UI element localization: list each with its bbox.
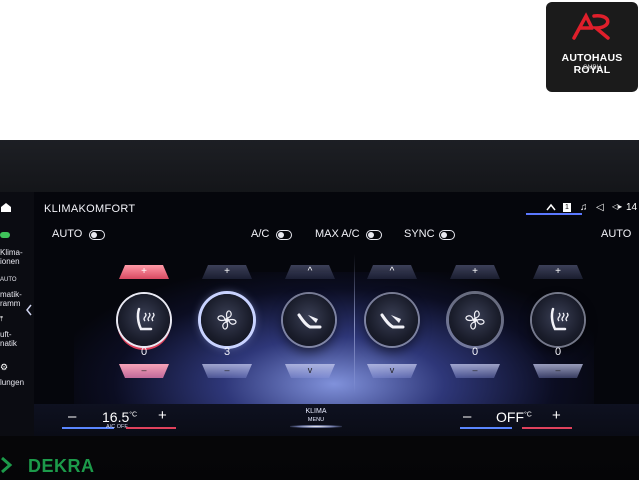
settings-gear-icon: ⚙	[0, 362, 9, 372]
chevron-up-icon[interactable]	[546, 203, 556, 211]
sidebar-item-settings[interactable]: lungen	[0, 378, 34, 387]
klima-menu-button[interactable]: KLIMA MENU	[290, 408, 342, 424]
max-ac-label: MAX A/C	[315, 228, 360, 240]
fan-right-dial[interactable]	[449, 294, 501, 346]
temp-right-value: OFF	[496, 409, 524, 425]
seat-ventilation-left-dial[interactable]	[283, 294, 335, 346]
sync-label: SYNC	[404, 228, 435, 240]
temp-right-cool-line	[460, 427, 512, 429]
ac-off-label: A/C OFF	[106, 424, 128, 430]
temp-left-display: 16.5°C	[102, 409, 137, 425]
dekra-label: DEKRA	[28, 456, 95, 476]
ar-logo-icon	[572, 12, 610, 40]
fan-right-down-button[interactable]: –	[450, 364, 500, 378]
temp-right-unit: °C	[524, 411, 532, 419]
seat-heating-left-up-button[interactable]: +	[119, 265, 169, 279]
fan-icon	[465, 310, 485, 330]
zone-divider	[354, 254, 355, 394]
signal-icon: ◁▸	[612, 202, 623, 211]
sidebar-item-climate[interactable]: Klima- ionen	[0, 248, 34, 266]
auto-left-label: AUTO	[52, 228, 83, 240]
seat-heating-right-level: 0	[554, 346, 562, 358]
seat-heat-icon	[550, 307, 569, 331]
klima-glow	[290, 425, 342, 428]
sidebar-item-auto[interactable]: AUTO	[0, 276, 34, 285]
volume-icon: ◁	[596, 202, 604, 213]
fan-left-dial[interactable]	[201, 294, 253, 346]
fan-right-up-button[interactable]: +	[450, 265, 500, 279]
seat-heating-left-down-button[interactable]: –	[119, 364, 169, 378]
auto-left-switch[interactable]	[89, 230, 105, 240]
logo-sub: GMBH	[583, 65, 601, 71]
fan-left-level: 3	[223, 346, 231, 358]
seat-heat-icon	[136, 307, 155, 331]
status-underline	[526, 213, 582, 215]
ac-label: A/C	[251, 228, 270, 240]
seat-ventilation-right-dial[interactable]	[366, 294, 418, 346]
temp-left-unit: °C	[129, 411, 138, 419]
autohaus-royal-logo: AUTOHAUS ROYAL GMBH	[546, 2, 638, 92]
music-note-icon: ♫	[580, 202, 588, 213]
temp-left-minus-button[interactable]: –	[68, 408, 76, 425]
seat-heating-left-level: 0	[140, 346, 148, 358]
seat-heating-right-down-button[interactable]: –	[533, 364, 583, 378]
temp-right-minus-button[interactable]: –	[463, 408, 471, 425]
page-title: KLIMAKOMFORT	[44, 203, 136, 215]
sync-switch[interactable]	[439, 230, 455, 240]
fan-icon	[217, 310, 237, 330]
climate-toggle-icon[interactable]	[0, 232, 10, 238]
max-ac-switch[interactable]	[366, 230, 382, 240]
seat-ventilation-left-down-button[interactable]: v	[285, 364, 335, 378]
sidebar-item-air[interactable]: uft- natik	[0, 330, 34, 348]
temp-right-warm-line	[522, 427, 572, 429]
phone-icon: 1	[563, 203, 571, 212]
seat-ventilation-right-down-button[interactable]: v	[367, 364, 417, 378]
temp-right-plus-button[interactable]: +	[552, 407, 561, 424]
seat-heating-right-up-button[interactable]: +	[533, 265, 583, 279]
seat-heating-right-dial[interactable]	[532, 294, 584, 346]
seat-ventilation-right-up-button[interactable]: ^	[367, 265, 417, 279]
home-icon[interactable]	[0, 202, 12, 212]
logo-brand: AUTOHAUS ROYAL	[561, 52, 623, 76]
temp-left-value: 16.5	[102, 409, 130, 425]
fan-left-up-button[interactable]: +	[202, 265, 252, 279]
chevron-left-icon[interactable]	[25, 304, 33, 316]
ac-switch[interactable]	[276, 230, 292, 240]
seat-recline-icon	[297, 313, 322, 329]
fan-right-level: 0	[471, 346, 479, 358]
temp-left-plus-button[interactable]: +	[158, 407, 167, 424]
air-icon: ⤒	[0, 316, 4, 323]
dekra-logo-icon	[1, 456, 13, 474]
seat-ventilation-left-up-button[interactable]: ^	[285, 265, 335, 279]
clock-time: 14	[626, 202, 638, 213]
fan-left-down-button[interactable]: –	[202, 364, 252, 378]
temp-left-warm-line	[126, 427, 176, 429]
temp-right-display: OFF°C	[496, 409, 532, 425]
seat-heating-left-dial[interactable]	[118, 294, 170, 346]
auto-right-label: AUTO	[601, 228, 632, 240]
seat-recline-icon	[380, 313, 405, 329]
